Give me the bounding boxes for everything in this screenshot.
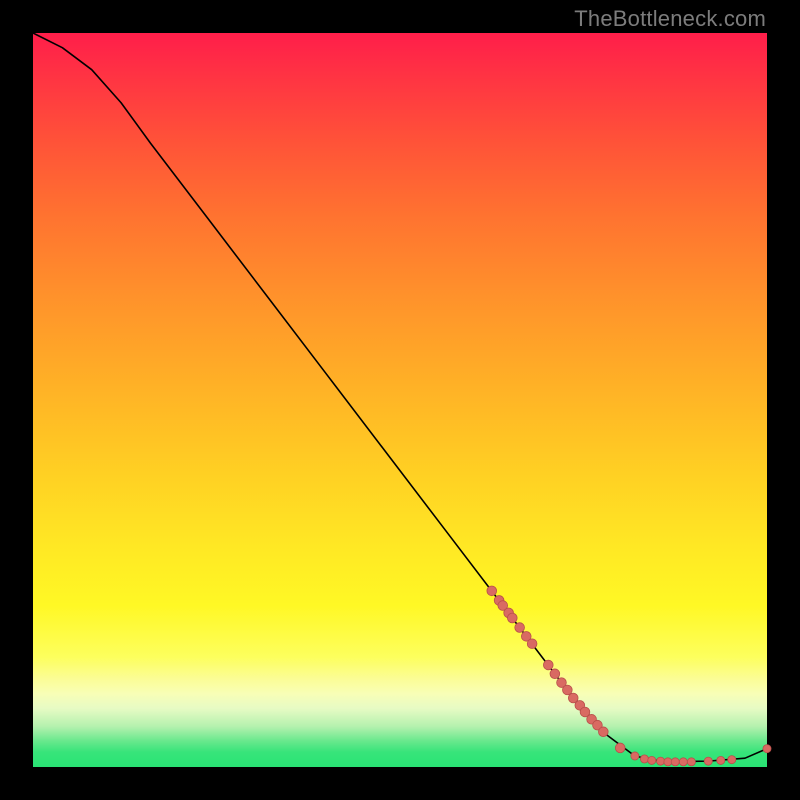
data-point [543,660,553,670]
watermark-text: TheBottleneck.com [574,6,766,32]
data-point [487,586,497,596]
data-point [763,745,771,753]
chart-markers [487,586,771,766]
data-point [671,758,679,766]
data-point [615,743,625,753]
data-point [598,727,608,737]
data-point [563,685,573,695]
data-point [550,669,560,679]
data-point [664,758,672,766]
data-point [640,755,648,763]
chart-curve [33,33,767,762]
data-point [728,756,736,764]
data-point [527,639,537,649]
data-point [515,623,525,633]
data-point [704,757,712,765]
chart-frame: TheBottleneck.com [0,0,800,800]
data-point [507,613,517,623]
data-point [679,758,687,766]
data-point [717,756,725,764]
data-point [687,758,695,766]
data-point [648,756,656,764]
data-point [657,757,665,765]
data-point [631,752,639,760]
chart-overlay [33,33,767,767]
